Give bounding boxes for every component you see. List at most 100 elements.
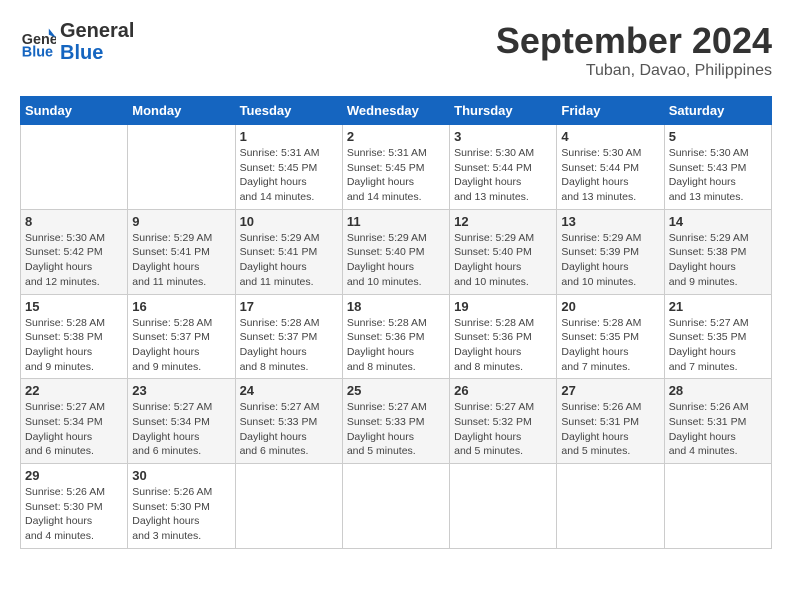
- day-number: 21: [669, 299, 767, 314]
- day-info: Sunrise: 5:28 AMSunset: 5:35 PMDaylight …: [561, 316, 659, 375]
- day-info: Sunrise: 5:31 AMSunset: 5:45 PMDaylight …: [347, 146, 445, 205]
- day-number: 4: [561, 129, 659, 144]
- calendar-cell: 24 Sunrise: 5:27 AMSunset: 5:33 PMDayligh…: [235, 379, 342, 464]
- week-row-1: 1 Sunrise: 5:31 AMSunset: 5:45 PMDaylight…: [21, 125, 772, 210]
- calendar-cell: [128, 125, 235, 210]
- calendar-cell: [21, 125, 128, 210]
- day-number: 9: [132, 214, 230, 229]
- day-number: 16: [132, 299, 230, 314]
- calendar-cell: 16 Sunrise: 5:28 AMSunset: 5:37 PMDayligh…: [128, 294, 235, 379]
- calendar-cell: 3 Sunrise: 5:30 AMSunset: 5:44 PMDaylight…: [450, 125, 557, 210]
- day-info: Sunrise: 5:28 AMSunset: 5:36 PMDaylight …: [347, 316, 445, 375]
- day-info: Sunrise: 5:29 AMSunset: 5:38 PMDaylight …: [669, 231, 767, 290]
- day-info: Sunrise: 5:27 AMSunset: 5:32 PMDaylight …: [454, 400, 552, 459]
- calendar-cell: 22 Sunrise: 5:27 AMSunset: 5:34 PMDayligh…: [21, 379, 128, 464]
- calendar-cell: 8 Sunrise: 5:30 AMSunset: 5:42 PMDaylight…: [21, 209, 128, 294]
- day-info: Sunrise: 5:27 AMSunset: 5:33 PMDaylight …: [240, 400, 338, 459]
- day-info: Sunrise: 5:29 AMSunset: 5:40 PMDaylight …: [454, 231, 552, 290]
- day-number: 19: [454, 299, 552, 314]
- logo-icon: General Blue: [20, 24, 56, 60]
- day-number: 30: [132, 468, 230, 483]
- day-info: Sunrise: 5:30 AMSunset: 5:44 PMDaylight …: [561, 146, 659, 205]
- day-number: 10: [240, 214, 338, 229]
- day-info: Sunrise: 5:28 AMSunset: 5:38 PMDaylight …: [25, 316, 123, 375]
- day-info: Sunrise: 5:26 AMSunset: 5:31 PMDaylight …: [561, 400, 659, 459]
- day-number: 24: [240, 383, 338, 398]
- day-number: 20: [561, 299, 659, 314]
- calendar-cell: 23 Sunrise: 5:27 AMSunset: 5:34 PMDayligh…: [128, 379, 235, 464]
- calendar-cell: [664, 464, 771, 549]
- day-number: 29: [25, 468, 123, 483]
- calendar-cell: [450, 464, 557, 549]
- day-number: 27: [561, 383, 659, 398]
- weekday-header-monday: Monday: [128, 97, 235, 125]
- weekday-header-tuesday: Tuesday: [235, 97, 342, 125]
- calendar-cell: 13 Sunrise: 5:29 AMSunset: 5:39 PMDayligh…: [557, 209, 664, 294]
- day-number: 14: [669, 214, 767, 229]
- day-number: 11: [347, 214, 445, 229]
- day-info: Sunrise: 5:28 AMSunset: 5:36 PMDaylight …: [454, 316, 552, 375]
- week-row-3: 15 Sunrise: 5:28 AMSunset: 5:38 PMDayligh…: [21, 294, 772, 379]
- week-row-2: 8 Sunrise: 5:30 AMSunset: 5:42 PMDaylight…: [21, 209, 772, 294]
- calendar-cell: 17 Sunrise: 5:28 AMSunset: 5:37 PMDayligh…: [235, 294, 342, 379]
- weekday-header-thursday: Thursday: [450, 97, 557, 125]
- day-info: Sunrise: 5:26 AMSunset: 5:30 PMDaylight …: [25, 485, 123, 544]
- day-number: 26: [454, 383, 552, 398]
- day-info: Sunrise: 5:28 AMSunset: 5:37 PMDaylight …: [132, 316, 230, 375]
- week-row-5: 29 Sunrise: 5:26 AMSunset: 5:30 PMDayligh…: [21, 464, 772, 549]
- day-info: Sunrise: 5:30 AMSunset: 5:44 PMDaylight …: [454, 146, 552, 205]
- logo: General Blue General Blue: [20, 20, 134, 64]
- day-number: 1: [240, 129, 338, 144]
- calendar-cell: 10 Sunrise: 5:29 AMSunset: 5:41 PMDayligh…: [235, 209, 342, 294]
- day-info: Sunrise: 5:27 AMSunset: 5:33 PMDaylight …: [347, 400, 445, 459]
- calendar-cell: 28Sunrise: 5:26 AMSunset: 5:31 PMDayligh…: [664, 379, 771, 464]
- calendar-cell: 15 Sunrise: 5:28 AMSunset: 5:38 PMDayligh…: [21, 294, 128, 379]
- day-info: Sunrise: 5:28 AMSunset: 5:37 PMDaylight …: [240, 316, 338, 375]
- day-info: Sunrise: 5:26 AMSunset: 5:30 PMDaylight …: [132, 485, 230, 544]
- day-number: 2: [347, 129, 445, 144]
- day-info: Sunrise: 5:27 AMSunset: 5:34 PMDaylight …: [25, 400, 123, 459]
- day-number: 25: [347, 383, 445, 398]
- weekday-header-wednesday: Wednesday: [342, 97, 449, 125]
- day-number: 18: [347, 299, 445, 314]
- day-number: 22: [25, 383, 123, 398]
- day-info: Sunrise: 5:27 AMSunset: 5:35 PMDaylight …: [669, 316, 767, 375]
- day-number: 23: [132, 383, 230, 398]
- calendar-table: SundayMondayTuesdayWednesdayThursdayFrid…: [20, 96, 772, 549]
- weekday-header-row: SundayMondayTuesdayWednesdayThursdayFrid…: [21, 97, 772, 125]
- day-number: 13: [561, 214, 659, 229]
- day-info: Sunrise: 5:30 AMSunset: 5:42 PMDaylight …: [25, 231, 123, 290]
- calendar-cell: 26 Sunrise: 5:27 AMSunset: 5:32 PMDayligh…: [450, 379, 557, 464]
- calendar-cell: 18 Sunrise: 5:28 AMSunset: 5:36 PMDayligh…: [342, 294, 449, 379]
- calendar-cell: [557, 464, 664, 549]
- calendar-cell: 27 Sunrise: 5:26 AMSunset: 5:31 PMDayligh…: [557, 379, 664, 464]
- day-info: Sunrise: 5:27 AMSunset: 5:34 PMDaylight …: [132, 400, 230, 459]
- day-info: Sunrise: 5:29 AMSunset: 5:40 PMDaylight …: [347, 231, 445, 290]
- day-info: Sunrise: 5:30 AMSunset: 5:43 PMDaylight …: [669, 146, 767, 205]
- calendar-cell: [235, 464, 342, 549]
- calendar-cell: 11 Sunrise: 5:29 AMSunset: 5:40 PMDayligh…: [342, 209, 449, 294]
- header: General Blue General Blue September 2024…: [20, 20, 772, 80]
- week-row-4: 22 Sunrise: 5:27 AMSunset: 5:34 PMDayligh…: [21, 379, 772, 464]
- weekday-header-saturday: Saturday: [664, 97, 771, 125]
- day-info: Sunrise: 5:31 AMSunset: 5:45 PMDaylight …: [240, 146, 338, 205]
- calendar-cell: [342, 464, 449, 549]
- day-number: 15: [25, 299, 123, 314]
- day-number: 3: [454, 129, 552, 144]
- day-number: 8: [25, 214, 123, 229]
- day-number: 12: [454, 214, 552, 229]
- calendar-cell: 9Sunrise: 5:29 AMSunset: 5:41 PMDaylight…: [128, 209, 235, 294]
- calendar-cell: 20 Sunrise: 5:28 AMSunset: 5:35 PMDayligh…: [557, 294, 664, 379]
- logo-blue: Blue: [60, 42, 134, 64]
- calendar-cell: 5Sunrise: 5:30 AMSunset: 5:43 PMDaylight…: [664, 125, 771, 210]
- calendar-cell: 14 Sunrise: 5:29 AMSunset: 5:38 PMDayligh…: [664, 209, 771, 294]
- svg-text:Blue: Blue: [22, 44, 53, 60]
- day-number: 17: [240, 299, 338, 314]
- location-title: Tuban, Davao, Philippines: [496, 62, 772, 80]
- weekday-header-sunday: Sunday: [21, 97, 128, 125]
- day-number: 28: [669, 383, 767, 398]
- month-title: September 2024: [496, 20, 772, 62]
- day-info: Sunrise: 5:29 AMSunset: 5:41 PMDaylight …: [240, 231, 338, 290]
- day-info: Sunrise: 5:29 AMSunset: 5:39 PMDaylight …: [561, 231, 659, 290]
- calendar-cell: 12 Sunrise: 5:29 AMSunset: 5:40 PMDayligh…: [450, 209, 557, 294]
